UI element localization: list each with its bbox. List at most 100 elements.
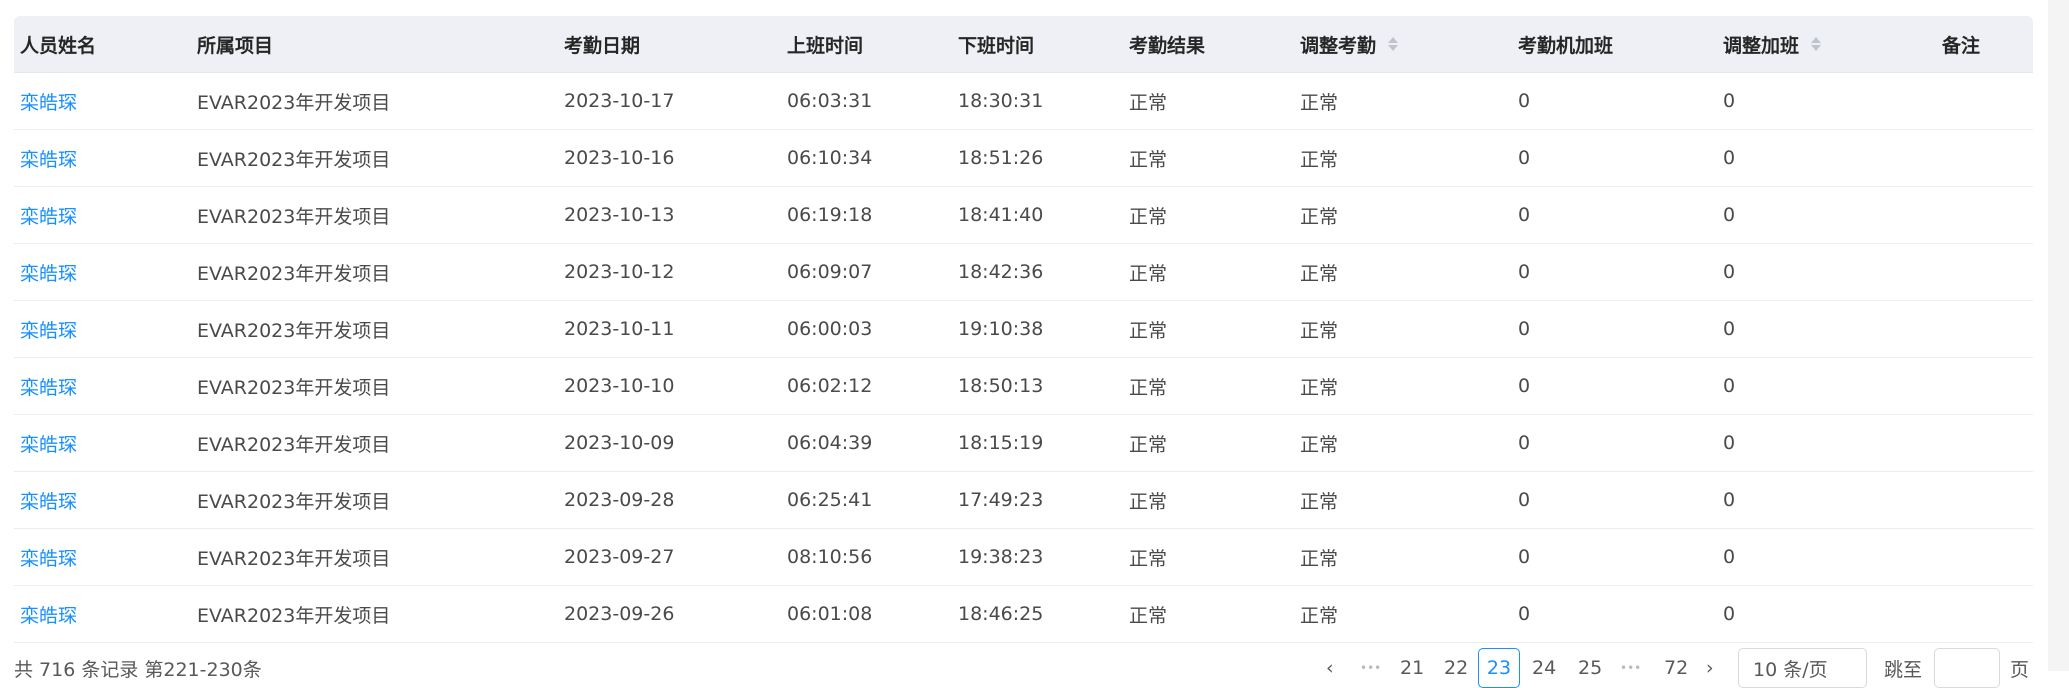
person-name-link[interactable]: 栾皓琛 bbox=[20, 301, 77, 357]
table-row: 栾皓琛 EVAR2023年开发项目 2023-09-26 06:01:08 18:46:… bbox=[14, 586, 2033, 643]
cell-date: 2023-09-27 bbox=[564, 546, 675, 568]
person-name-link[interactable]: 栾皓琛 bbox=[20, 529, 77, 585]
person-name-link[interactable]: 栾皓琛 bbox=[20, 244, 77, 300]
cell-adjusted-result: 正常 bbox=[1300, 91, 1339, 114]
cell-clock-out: 18:50:13 bbox=[958, 375, 1044, 397]
cell-result: 正常 bbox=[1129, 148, 1168, 171]
person-name-link[interactable]: 栾皓琛 bbox=[20, 472, 77, 528]
cell-date: 2023-10-13 bbox=[564, 204, 675, 226]
cell-result: 正常 bbox=[1129, 262, 1168, 285]
person-name-link[interactable]: 栾皓琛 bbox=[20, 415, 77, 471]
cell-adjusted-result: 正常 bbox=[1300, 319, 1339, 342]
attendance-table: 人员姓名 所属项目 考勤日期 上班时间 下班时间 考勤结果 调整考勤 考勤机加班 调整加班 备注 … bbox=[14, 16, 2033, 643]
cell-date: 2023-10-11 bbox=[564, 318, 675, 340]
page-22[interactable]: 22 bbox=[1444, 648, 1468, 688]
column-header-project: 所属项目 bbox=[197, 16, 273, 72]
cell-clock-in: 06:25:41 bbox=[787, 489, 873, 511]
cell-date: 2023-10-09 bbox=[564, 432, 675, 454]
cell-date: 2023-10-17 bbox=[564, 90, 675, 112]
cell-clock-in: 06:19:18 bbox=[787, 204, 873, 226]
table-body: 栾皓琛 EVAR2023年开发项目 2023-10-17 06:03:31 18:30:… bbox=[14, 73, 2033, 643]
page-25[interactable]: 25 bbox=[1578, 648, 1602, 688]
table-header: 人员姓名 所属项目 考勤日期 上班时间 下班时间 考勤结果 调整考勤 考勤机加班 调整加班 备注 bbox=[14, 16, 2033, 73]
cell-project: EVAR2023年开发项目 bbox=[197, 91, 391, 114]
cell-clock-out: 18:15:19 bbox=[958, 432, 1044, 454]
page-last[interactable]: 72 bbox=[1664, 648, 1688, 688]
column-header-adjusted-result[interactable]: 调整考勤 bbox=[1300, 16, 1399, 72]
cell-clock-out: 18:30:31 bbox=[958, 90, 1044, 112]
cell-adjusted-overtime: 0 bbox=[1723, 204, 1736, 226]
cell-result: 正常 bbox=[1129, 319, 1168, 342]
cell-project: EVAR2023年开发项目 bbox=[197, 490, 391, 513]
cell-project: EVAR2023年开发项目 bbox=[197, 319, 391, 342]
page-24[interactable]: 24 bbox=[1532, 648, 1556, 688]
cell-project: EVAR2023年开发项目 bbox=[197, 604, 391, 627]
column-label: 考勤结果 bbox=[1129, 34, 1206, 57]
pagination: 共 716 条记录 第221-230条 ‹ ••• 21 22 23 24 25… bbox=[0, 648, 2069, 688]
cell-adjusted-result: 正常 bbox=[1300, 262, 1339, 285]
cell-adjusted-overtime: 0 bbox=[1723, 432, 1736, 454]
column-label: 调整加班 bbox=[1723, 34, 1800, 57]
next-page-button[interactable]: › bbox=[1706, 648, 1714, 688]
person-name-link[interactable]: 栾皓琛 bbox=[20, 358, 77, 414]
cell-adjusted-overtime: 0 bbox=[1723, 147, 1736, 169]
cell-clock-out: 18:51:26 bbox=[958, 147, 1044, 169]
jump-input[interactable] bbox=[1934, 648, 2000, 688]
prev-page-button[interactable]: ‹ bbox=[1326, 648, 1334, 688]
cell-adjusted-result: 正常 bbox=[1300, 547, 1339, 570]
column-header-result: 考勤结果 bbox=[1129, 16, 1205, 72]
cell-machine-overtime: 0 bbox=[1518, 432, 1531, 454]
cell-adjusted-result: 正常 bbox=[1300, 148, 1339, 171]
column-label: 所属项目 bbox=[197, 34, 274, 57]
table-row: 栾皓琛 EVAR2023年开发项目 2023-09-27 08:10:56 19:38:… bbox=[14, 529, 2033, 586]
table-row: 栾皓琛 EVAR2023年开发项目 2023-10-17 06:03:31 18:30:… bbox=[14, 73, 2033, 130]
cell-machine-overtime: 0 bbox=[1518, 489, 1531, 511]
cell-project: EVAR2023年开发项目 bbox=[197, 376, 391, 399]
cell-clock-in: 06:04:39 bbox=[787, 432, 873, 454]
ellipsis-next[interactable]: ••• bbox=[1620, 648, 1641, 688]
cell-clock-in: 06:01:08 bbox=[787, 603, 873, 625]
person-name-link[interactable]: 栾皓琛 bbox=[20, 187, 77, 243]
table-row: 栾皓琛 EVAR2023年开发项目 2023-10-13 06:19:18 18:41:… bbox=[14, 187, 2033, 244]
cell-result: 正常 bbox=[1129, 91, 1168, 114]
cell-adjusted-result: 正常 bbox=[1300, 490, 1339, 513]
cell-machine-overtime: 0 bbox=[1518, 147, 1531, 169]
cell-machine-overtime: 0 bbox=[1518, 261, 1531, 283]
page-size-select[interactable]: 10 条/页 bbox=[1738, 648, 1867, 688]
cell-clock-in: 06:00:03 bbox=[787, 318, 873, 340]
cell-project: EVAR2023年开发项目 bbox=[197, 262, 391, 285]
column-header-clock-in: 上班时间 bbox=[787, 16, 863, 72]
cell-adjusted-result: 正常 bbox=[1300, 604, 1339, 627]
cell-adjusted-overtime: 0 bbox=[1723, 318, 1736, 340]
sort-icon[interactable] bbox=[1388, 37, 1399, 51]
cell-clock-out: 19:10:38 bbox=[958, 318, 1044, 340]
page-23-active[interactable]: 23 bbox=[1478, 648, 1520, 688]
cell-date: 2023-10-12 bbox=[564, 261, 675, 283]
column-label: 考勤机加班 bbox=[1518, 34, 1614, 57]
sort-icon[interactable] bbox=[1811, 37, 1822, 51]
person-name-link[interactable]: 栾皓琛 bbox=[20, 586, 77, 642]
table-row: 栾皓琛 EVAR2023年开发项目 2023-10-16 06:10:34 18:51:… bbox=[14, 130, 2033, 187]
cell-adjusted-overtime: 0 bbox=[1723, 375, 1736, 397]
cell-result: 正常 bbox=[1129, 376, 1168, 399]
column-header-adjusted-overtime[interactable]: 调整加班 bbox=[1723, 16, 1822, 72]
cell-machine-overtime: 0 bbox=[1518, 318, 1531, 340]
pagination-summary: 共 716 条记录 第221-230条 bbox=[14, 658, 262, 681]
column-label: 考勤日期 bbox=[564, 34, 641, 57]
person-name-link[interactable]: 栾皓琛 bbox=[20, 73, 77, 129]
cell-date: 2023-10-10 bbox=[564, 375, 675, 397]
cell-result: 正常 bbox=[1129, 547, 1168, 570]
jump-label: 跳至 bbox=[1884, 658, 1923, 681]
cell-machine-overtime: 0 bbox=[1518, 375, 1531, 397]
cell-adjusted-result: 正常 bbox=[1300, 376, 1339, 399]
cell-clock-in: 06:10:34 bbox=[787, 147, 873, 169]
ellipsis-prev[interactable]: ••• bbox=[1360, 648, 1381, 688]
table-row: 栾皓琛 EVAR2023年开发项目 2023-09-28 06:25:41 17:49:… bbox=[14, 472, 2033, 529]
page-size-value: 10 条/页 bbox=[1753, 658, 1828, 681]
page-21[interactable]: 21 bbox=[1400, 648, 1424, 688]
cell-result: 正常 bbox=[1129, 205, 1168, 228]
table-row: 栾皓琛 EVAR2023年开发项目 2023-10-11 06:00:03 19:10:… bbox=[14, 301, 2033, 358]
person-name-link[interactable]: 栾皓琛 bbox=[20, 130, 77, 186]
cell-clock-in: 06:03:31 bbox=[787, 90, 873, 112]
cell-project: EVAR2023年开发项目 bbox=[197, 205, 391, 228]
